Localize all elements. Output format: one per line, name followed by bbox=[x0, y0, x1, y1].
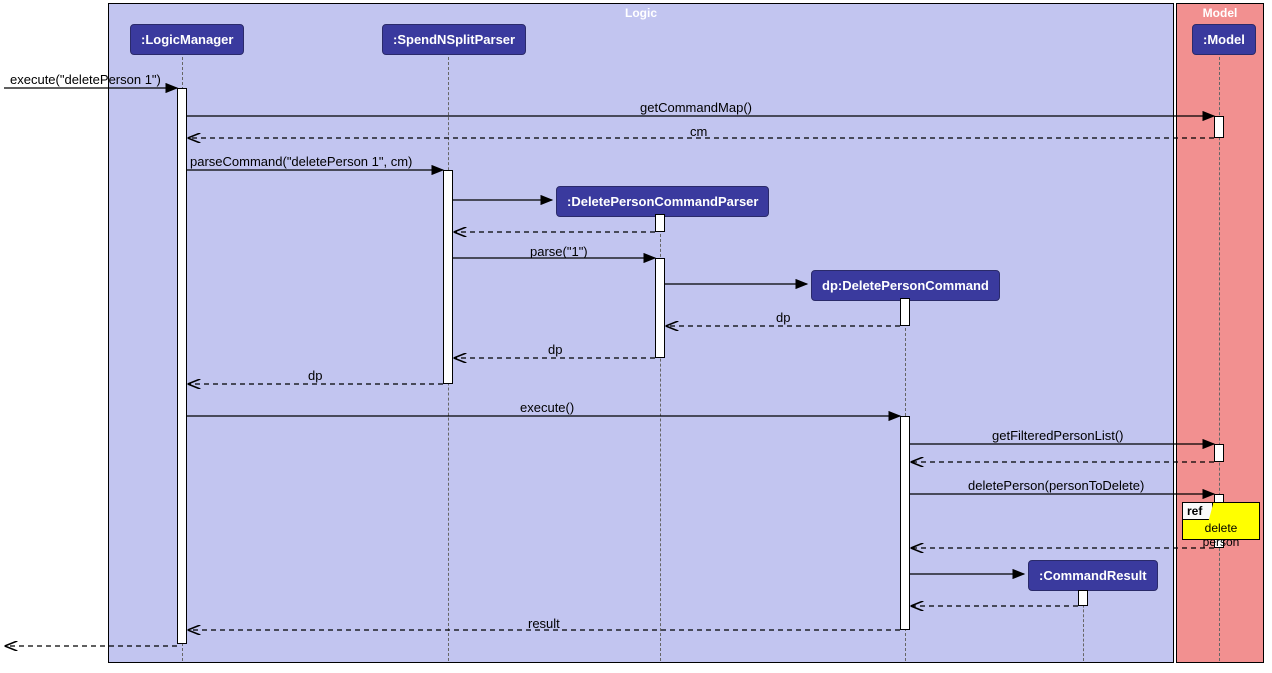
participant-commandresult: :CommandResult bbox=[1028, 560, 1158, 591]
activation-deletepersoncommand-2 bbox=[900, 416, 910, 630]
logic-frame-title: Logic bbox=[625, 6, 657, 20]
msg-cm: cm bbox=[690, 124, 707, 139]
msg-parse: parse("1") bbox=[530, 244, 588, 259]
ref-content: delete person bbox=[1187, 521, 1255, 549]
msg-deleteperson: deletePerson(personToDelete) bbox=[968, 478, 1144, 493]
activation-deletepersonparser-2 bbox=[655, 258, 665, 358]
msg-dp-3: dp bbox=[308, 368, 322, 383]
msg-getfilteredpersonlist: getFilteredPersonList() bbox=[992, 428, 1124, 443]
participant-deletepersoncommand: dp:DeletePersonCommand bbox=[811, 270, 1000, 301]
participant-logicmanager: :LogicManager bbox=[130, 24, 244, 55]
msg-execute-deleteperson: execute("deletePerson 1") bbox=[10, 72, 161, 87]
activation-commandresult bbox=[1078, 590, 1088, 606]
lifeline-model bbox=[1219, 52, 1220, 661]
model-frame: Model bbox=[1176, 3, 1264, 663]
msg-execute: execute() bbox=[520, 400, 574, 415]
msg-parsecommand: parseCommand("deletePerson 1", cm) bbox=[190, 154, 412, 169]
msg-result: result bbox=[528, 616, 560, 631]
msg-dp-1: dp bbox=[776, 310, 790, 325]
participant-model: :Model bbox=[1192, 24, 1256, 55]
participant-spendnsplitparser: :SpendNSplitParser bbox=[382, 24, 526, 55]
participant-deletepersonparser: :DeletePersonCommandParser bbox=[556, 186, 769, 217]
activation-logicmanager bbox=[177, 88, 187, 644]
msg-dp-2: dp bbox=[548, 342, 562, 357]
activation-model-1 bbox=[1214, 116, 1224, 138]
ref-label: ref bbox=[1183, 503, 1213, 520]
ref-box: ref delete person bbox=[1182, 502, 1260, 540]
activation-deletepersonparser-1 bbox=[655, 214, 665, 232]
activation-model-2 bbox=[1214, 444, 1224, 462]
msg-getcommandmap: getCommandMap() bbox=[640, 100, 752, 115]
activation-spendnsplitparser bbox=[443, 170, 453, 384]
model-frame-title: Model bbox=[1203, 6, 1238, 20]
activation-deletepersoncommand-1 bbox=[900, 298, 910, 326]
